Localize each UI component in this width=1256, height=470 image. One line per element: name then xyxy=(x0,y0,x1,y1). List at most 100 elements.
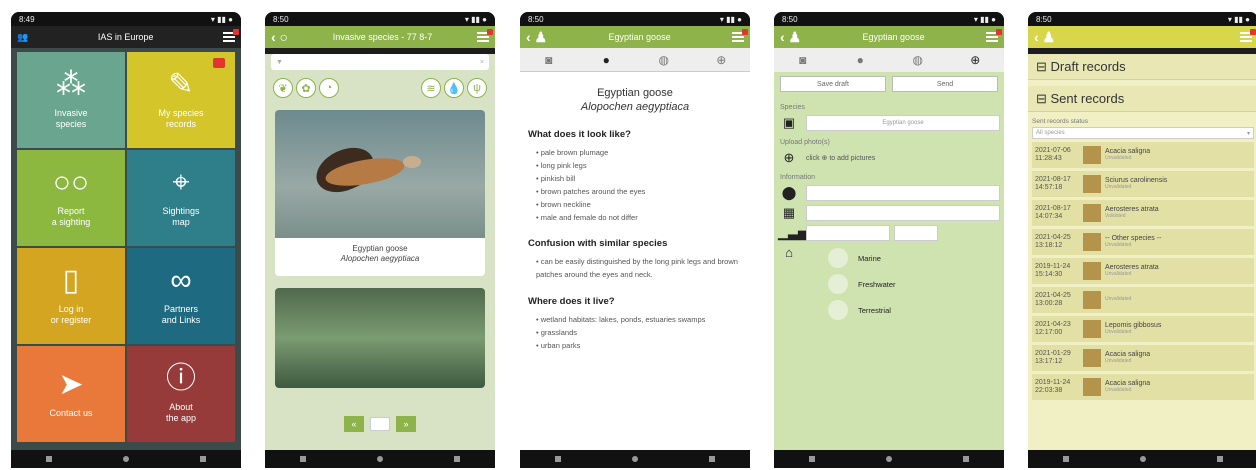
tile-sightings-map[interactable]: ⌖ Sightings map xyxy=(127,150,235,246)
date-field[interactable] xyxy=(806,205,1000,221)
record-row[interactable]: 2019-11-24 22:03:38 Acacia saligna Unvalida… xyxy=(1032,374,1254,400)
add-photo-hint: click ⊕ to add pictures xyxy=(806,155,876,162)
page-title: Egyptian goose xyxy=(862,32,925,42)
records-list: 2021-07-06 11:28:43 Acacia saligna Unvalida… xyxy=(1028,142,1256,400)
page-title: Egyptian goose xyxy=(608,32,671,42)
marine-filter-icon[interactable]: ≋ xyxy=(421,78,441,98)
terrestrial-filter-icon[interactable]: ψ xyxy=(467,78,487,98)
tile-report-sighting[interactable]: ○○ Report a sighting xyxy=(17,150,125,246)
search-input[interactable]: ▼ × xyxy=(271,54,489,70)
camera-tab-icon[interactable]: ◙ xyxy=(539,52,559,68)
users-icon[interactable]: 👥 xyxy=(17,32,28,43)
species-common-name: Egyptian goose xyxy=(597,87,673,99)
page-input[interactable] xyxy=(370,417,390,431)
back-button[interactable] xyxy=(199,456,206,462)
habitat-option-freshwater[interactable]: Freshwater xyxy=(828,274,1000,294)
record-row[interactable]: 2021-08-17 14:57:18 Sciurus carolinensis Un… xyxy=(1032,171,1254,197)
dropdown-value: All species xyxy=(1036,130,1065,136)
species-card[interactable]: Egyptian goose Alopochen aegyptiaca xyxy=(275,110,485,276)
status-time: 8:50 xyxy=(1036,14,1052,24)
add-tab-icon[interactable]: ⊕ xyxy=(711,52,731,68)
status-icons: ▾ ▮▮ ● xyxy=(210,14,233,24)
back-arrow-icon[interactable]: ‹ ○ xyxy=(271,29,288,45)
record-row[interactable]: 2019-11-24 15:14:30 Aerosteres atrata Unval… xyxy=(1032,258,1254,284)
species-field[interactable]: Egyptian goose xyxy=(806,115,1000,131)
abundance-number[interactable] xyxy=(894,225,938,241)
record-date: 2019-11-24 22:03:38 xyxy=(1035,379,1071,394)
back-arrow-icon[interactable]: ‹ ♟ xyxy=(526,29,547,46)
habitat-option-terrestrial[interactable]: Terrestrial xyxy=(828,300,1000,320)
draft-records-section[interactable]: ⊟ Draft records xyxy=(1028,54,1256,80)
record-row[interactable]: 2021-08-17 14:07:34 Aerosteres atrata Valid… xyxy=(1032,200,1254,226)
habitat-label: Freshwater xyxy=(858,279,896,289)
prev-page-button[interactable]: « xyxy=(344,416,364,432)
other-filter-icon[interactable]: ◔ xyxy=(319,78,339,98)
tile-label: map xyxy=(172,217,190,227)
freshwater-filter-icon[interactable]: 💧 xyxy=(444,78,464,98)
habitat-option-marine[interactable]: Marine xyxy=(828,248,1000,268)
location-field[interactable] xyxy=(806,185,1000,201)
back-button[interactable] xyxy=(962,456,969,462)
tile-my-species-records[interactable]: ✎ My species records xyxy=(127,52,235,148)
info-tab-icon[interactable]: ● xyxy=(596,52,616,68)
tile-contact-us[interactable]: ➤ Contact us xyxy=(17,346,125,442)
back-button[interactable] xyxy=(708,456,715,462)
molecule-icon: ⁂ xyxy=(56,68,86,102)
record-thumbnail xyxy=(1083,378,1101,396)
add-photo-icon[interactable]: ⊕ xyxy=(778,150,800,166)
back-arrow-icon[interactable]: ‹ ♟ xyxy=(1034,29,1055,46)
home-button[interactable] xyxy=(885,456,892,462)
record-date: 2021-08-17 14:57:18 xyxy=(1035,176,1071,191)
home-button[interactable] xyxy=(122,456,129,462)
recents-button[interactable] xyxy=(555,456,562,462)
sent-records-section[interactable]: ⊟ Sent records xyxy=(1028,86,1256,112)
status-bar: 8:50 ▾ ▮▮ ● xyxy=(774,12,1004,26)
menu-icon[interactable] xyxy=(986,29,1002,42)
system-nav xyxy=(774,450,1004,468)
recents-button[interactable] xyxy=(46,456,53,462)
phone-species-list: 8:50 ▾ ▮▮ ● ‹ ○ Invasive species - 77 8-7… xyxy=(265,12,495,468)
recents-button[interactable] xyxy=(300,456,307,462)
section-heading: What does it look like? xyxy=(528,128,631,140)
plant-filter-icon[interactable]: ❦ xyxy=(273,78,293,98)
phone-my-records: 8:50 ▾ ▮▮ ● ‹ ♟ ⊟ Draft records ⊟ Sent re… xyxy=(1028,12,1256,468)
recents-button[interactable] xyxy=(1063,456,1070,462)
back-button[interactable] xyxy=(1216,456,1223,462)
record-row[interactable]: 2021-01-29 13:17:12 Acacia saligna Unvalida… xyxy=(1032,345,1254,371)
next-page-button[interactable]: » xyxy=(396,416,416,432)
menu-icon[interactable] xyxy=(222,29,239,42)
record-row[interactable]: 2021-04-25 13:00:28 Unvalidated xyxy=(1032,287,1254,313)
species-filter-dropdown[interactable]: All species ▾ xyxy=(1032,127,1254,139)
home-button[interactable] xyxy=(376,456,383,462)
save-draft-button[interactable]: Save draft xyxy=(780,76,886,92)
info-tab-icon[interactable]: ● xyxy=(850,52,870,68)
send-button[interactable]: Send xyxy=(892,76,998,92)
tile-partners-links[interactable]: ∞ Partners and Links xyxy=(127,248,235,344)
home-button[interactable] xyxy=(631,456,638,462)
record-row[interactable]: 2021-04-25 13:18:12 -- Other species -- Unv… xyxy=(1032,229,1254,255)
back-arrow-icon[interactable]: ‹ ♟ xyxy=(780,29,801,46)
app-header: ‹ ♟ xyxy=(1028,26,1256,48)
animal-filter-icon[interactable]: ✿ xyxy=(296,78,316,98)
marine-icon xyxy=(828,248,848,268)
record-row[interactable]: 2021-04-23 12:17:00 Lepomis gibbosus Unvali… xyxy=(1032,316,1254,342)
tile-log-in[interactable]: ▯ Log in or register xyxy=(17,248,125,344)
home-button[interactable] xyxy=(1139,456,1146,462)
add-tab-icon[interactable]: ⊕ xyxy=(965,52,985,68)
globe-tab-icon[interactable]: ◍ xyxy=(654,52,674,68)
back-button[interactable] xyxy=(453,456,460,462)
camera-tab-icon[interactable]: ◙ xyxy=(793,52,813,68)
menu-icon[interactable] xyxy=(477,29,493,42)
tile-invasive-species[interactable]: ⁂ Invasive species xyxy=(17,52,125,148)
abundance-dropdown[interactable] xyxy=(806,225,890,241)
pagination: « » xyxy=(265,416,495,432)
record-row[interactable]: 2021-07-06 11:28:43 Acacia saligna Unvalida… xyxy=(1032,142,1254,168)
menu-icon[interactable] xyxy=(1240,29,1256,42)
globe-tab-icon[interactable]: ◍ xyxy=(908,52,928,68)
recents-button[interactable] xyxy=(809,456,816,462)
record-species: Sciurus carolinensis Unvalidated xyxy=(1105,177,1168,191)
clear-icon[interactable]: × xyxy=(480,59,484,66)
species-card[interactable] xyxy=(275,288,485,388)
tile-about-app[interactable]: ⓘ About the app xyxy=(127,346,235,442)
menu-icon[interactable] xyxy=(732,29,748,42)
